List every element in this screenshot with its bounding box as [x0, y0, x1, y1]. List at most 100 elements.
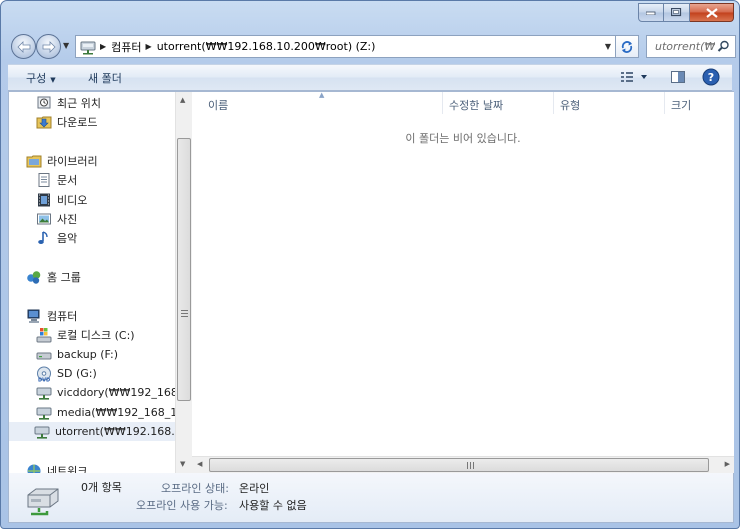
sidebar-item-label: media(₩₩192_168_10_2	[57, 406, 175, 419]
breadcrumb-current[interactable]: utorrent(₩₩192.168.10.200₩root) (Z:)	[157, 40, 376, 53]
sidebar-item-label: vicddory(₩₩192_168_10_	[57, 386, 175, 399]
forward-button[interactable]	[36, 34, 61, 59]
maximize-button[interactable]	[664, 3, 690, 22]
drive-icon	[36, 352, 52, 359]
network-drive-icon	[36, 387, 52, 400]
music-icon	[38, 230, 48, 244]
maximize-icon	[671, 8, 682, 17]
sort-up-icon: ▲	[319, 91, 325, 99]
scrollbar-thumb[interactable]	[177, 138, 191, 401]
recent-pages-dropdown[interactable]: ▼	[63, 41, 69, 50]
network-drive-icon	[36, 407, 52, 420]
scroll-down-arrow[interactable]: ▼	[180, 460, 185, 468]
organize-button[interactable]: 구성 ▼	[26, 70, 56, 86]
view-options-button[interactable]	[620, 69, 650, 88]
item-count: 0개 항목	[81, 481, 122, 494]
chevron-down-icon: ▼	[50, 76, 56, 84]
sidebar-item-label: 로컬 디스크 (C:)	[57, 328, 135, 342]
sidebar-item-sd-g[interactable]: DVD SD (G:)	[36, 364, 175, 383]
sidebar-item-label: 컴퓨터	[47, 309, 78, 323]
column-header-size[interactable]: 크기	[671, 97, 691, 113]
help-icon: ?	[702, 68, 720, 86]
scrollbar-thumb[interactable]	[209, 458, 709, 472]
column-divider[interactable]	[664, 92, 665, 114]
pictures-icon	[37, 213, 51, 224]
sidebar-item-recent-places[interactable]: 최근 위치	[36, 93, 175, 112]
offline-status-value: 온라인	[239, 482, 270, 495]
grip-icon	[467, 462, 476, 469]
organize-label: 구성	[26, 72, 47, 85]
breadcrumb-computer[interactable]: 컴퓨터	[111, 39, 141, 55]
local-disk-icon	[36, 327, 52, 342]
videos-icon	[38, 193, 50, 206]
sidebar-item-homegroup[interactable]: 홈 그룹	[26, 267, 175, 286]
sidebar-item-libraries[interactable]: 라이브러리	[26, 151, 175, 170]
offline-status-label: 오프라인 상태:	[161, 482, 229, 495]
close-button[interactable]	[690, 3, 734, 22]
refresh-button[interactable]	[615, 35, 639, 58]
search-box[interactable]	[646, 35, 736, 58]
sidebar-item-documents[interactable]: 문서	[36, 170, 175, 189]
refresh-icon	[621, 40, 633, 53]
arrow-right-icon	[42, 40, 56, 53]
search-icon[interactable]	[717, 40, 730, 53]
sidebar-item-local-disk-c[interactable]: 로컬 디스크 (C:)	[36, 325, 175, 344]
svg-text:DVD: DVD	[38, 377, 50, 382]
sidebar-item-utorrent[interactable]: utorrent(₩₩192.168.10.	[9, 422, 175, 441]
help-button[interactable]: ?	[702, 68, 720, 89]
scroll-right-arrow[interactable]: ▶	[725, 460, 730, 468]
network-drive-icon	[27, 488, 59, 516]
navigation-pane-scrollbar[interactable]: ▲ ▼	[175, 92, 192, 473]
documents-icon	[38, 172, 50, 187]
content-frame: 최근 위치 다운로드 라이브러리 문서 비디오 사진 음악 홈 그룹 컴퓨터 로…	[8, 91, 734, 473]
file-list[interactable]: ▲ 이름 수정한 날짜 유형 크기 이 폴더는 비어 있습니다. ◀ ▶	[192, 91, 734, 473]
sidebar-item-computer[interactable]: 컴퓨터	[26, 306, 175, 325]
homegroup-icon	[27, 270, 41, 284]
sidebar-item-label: 라이브러리	[47, 154, 98, 168]
grip-icon	[181, 310, 188, 319]
navigation-pane: 최근 위치 다운로드 라이브러리 문서 비디오 사진 음악 홈 그룹 컴퓨터 로…	[9, 92, 175, 473]
scroll-left-arrow[interactable]: ◀	[197, 460, 202, 468]
column-header-name[interactable]: 이름	[208, 97, 228, 113]
sidebar-item-videos[interactable]: 비디오	[36, 190, 175, 209]
scroll-up-arrow[interactable]: ▲	[180, 96, 185, 104]
new-folder-button[interactable]: 새 폴더	[88, 70, 122, 86]
sidebar-item-music[interactable]: 음악	[36, 228, 175, 247]
preview-pane-button[interactable]	[670, 69, 686, 88]
network-drive-icon	[34, 426, 50, 439]
offline-availability-label: 오프라인 사용 가능:	[136, 499, 228, 512]
column-header-date-modified[interactable]: 수정한 날짜	[449, 97, 503, 113]
network-drive-icon	[80, 41, 96, 54]
preview-pane-icon	[671, 71, 685, 83]
sidebar-item-label: SD (G:)	[57, 367, 97, 380]
address-dropdown[interactable]: ▼	[605, 42, 611, 51]
column-divider[interactable]	[553, 92, 554, 114]
column-header-type[interactable]: 유형	[560, 97, 580, 113]
minimize-icon	[646, 11, 656, 15]
arrow-left-icon	[16, 40, 30, 53]
command-bar: 구성 ▼ 새 폴더 ?	[8, 64, 732, 91]
navigation-bar: ▼ ▶ 컴퓨터 ▶ utorrent(₩₩192.168.10.200₩root…	[9, 31, 736, 61]
minimize-button[interactable]	[638, 3, 664, 22]
sidebar-item-label: 문서	[57, 173, 78, 187]
recent-places-icon	[37, 96, 51, 108]
sidebar-item-network[interactable]: 네트워크	[26, 461, 175, 473]
breadcrumb-separator[interactable]: ▶	[146, 42, 152, 51]
breadcrumb-separator[interactable]: ▶	[100, 42, 106, 51]
sidebar-item-downloads[interactable]: 다운로드	[36, 112, 175, 131]
address-bar[interactable]: ▶ 컴퓨터 ▶ utorrent(₩₩192.168.10.200₩root) …	[75, 35, 615, 58]
sidebar-item-pictures[interactable]: 사진	[36, 209, 175, 228]
sidebar-item-label: 비디오	[57, 193, 88, 207]
view-list-icon	[621, 72, 647, 82]
search-input[interactable]	[655, 40, 715, 53]
back-button[interactable]	[11, 34, 36, 59]
sidebar-item-vicddory[interactable]: vicddory(₩₩192_168_10_	[36, 383, 175, 402]
horizontal-scrollbar[interactable]: ◀ ▶	[192, 456, 734, 473]
dvd-drive-icon: DVD	[37, 366, 51, 382]
sidebar-item-label: 네트워크	[47, 464, 88, 474]
column-divider[interactable]	[442, 92, 443, 114]
sidebar-item-label: 사진	[57, 212, 78, 226]
sidebar-item-backup-f[interactable]: backup (F:)	[36, 345, 175, 364]
sidebar-item-media[interactable]: media(₩₩192_168_10_2	[36, 403, 175, 422]
offline-availability-value: 사용할 수 없음	[239, 499, 307, 512]
